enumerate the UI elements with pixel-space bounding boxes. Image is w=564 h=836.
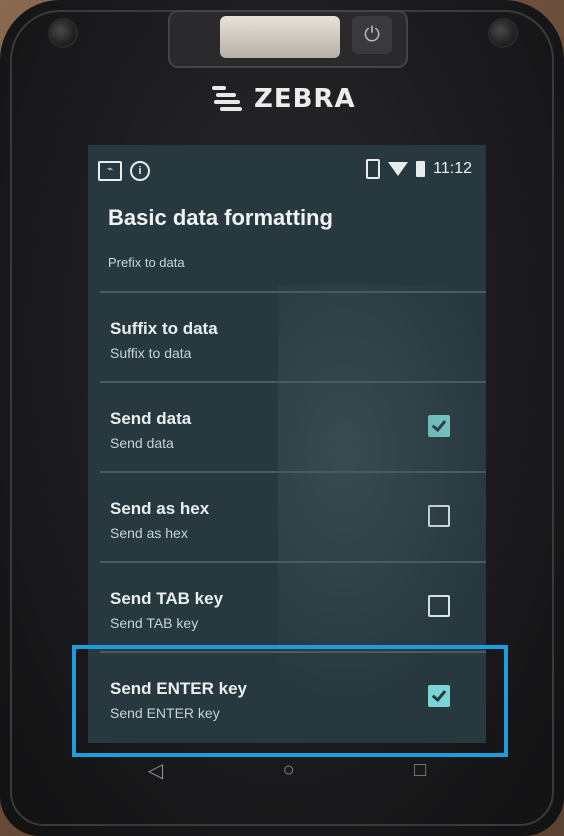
gallery-icon: ⌁: [98, 161, 122, 181]
scanner-window: [220, 16, 340, 58]
page-title: Basic data formatting: [108, 205, 333, 230]
info-icon: i: [130, 161, 150, 181]
brand-name: ZEBRA: [254, 84, 356, 114]
vibrate-icon: [366, 159, 381, 179]
setting-send-as-hex[interactable]: Send as hex Send as hex: [88, 473, 486, 561]
setting-summary: Send TAB key: [110, 615, 199, 631]
power-button-icon[interactable]: ⏻: [352, 16, 392, 54]
recents-icon[interactable]: □: [414, 759, 426, 782]
setting-title: Suffix to data: [110, 319, 218, 338]
setting-summary: Suffix to data: [110, 345, 192, 361]
send-as-hex-checkbox[interactable]: [428, 505, 450, 527]
prefix-to-data-item[interactable]: Prefix to data: [108, 255, 185, 270]
send-tab-key-checkbox[interactable]: [428, 595, 450, 617]
zebra-head-icon: [210, 84, 248, 114]
setting-summary: Send as hex: [110, 525, 188, 541]
setting-summary: Send data: [110, 435, 174, 451]
setting-title: Send data: [110, 409, 192, 428]
home-icon[interactable]: ○: [283, 759, 295, 782]
back-icon[interactable]: ◁: [148, 758, 163, 783]
battery-icon: [416, 161, 426, 177]
brand-logo: ZEBRA: [210, 84, 356, 114]
highlight-box: [72, 645, 508, 757]
screw-top-right: [488, 18, 518, 48]
status-time: 11:12: [433, 160, 472, 177]
setting-send-data[interactable]: Send data Send data: [88, 383, 486, 471]
setting-send-tab-key[interactable]: Send TAB key Send TAB key: [88, 563, 486, 651]
screw-top-left: [48, 18, 78, 48]
send-data-checkbox[interactable]: [428, 415, 450, 437]
device-body: ⏻ ZEBRA ⌁ i 11:12 Basic data formatting …: [0, 0, 564, 836]
setting-suffix-to-data[interactable]: Suffix to data Suffix to data: [88, 293, 486, 381]
setting-title: Send as hex: [110, 499, 210, 518]
setting-title: Send TAB key: [110, 589, 224, 608]
wifi-icon: [388, 162, 409, 176]
status-bar: ⌁ i 11:12: [88, 145, 486, 191]
